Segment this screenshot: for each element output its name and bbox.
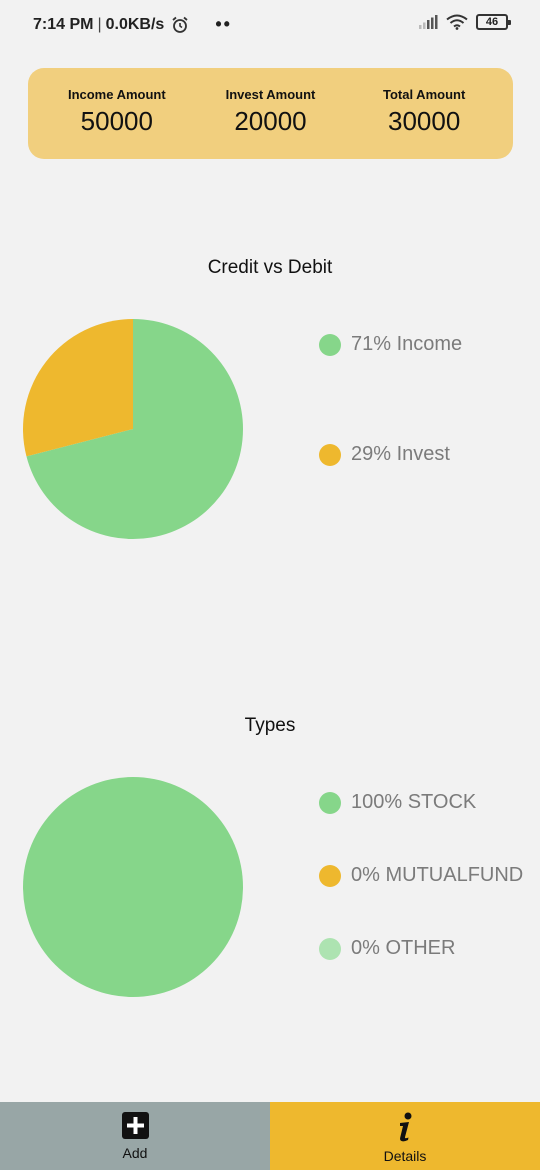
add-tab[interactable]: Add [0,1102,270,1170]
legend-mutualfund: 0% MUTUALFUND [319,864,523,887]
legend-stock: 100% STOCK [319,791,476,814]
network-speed: 0.0KB/s [105,15,165,33]
legend-invest-label: 29% Invest [351,443,450,465]
total-summary: Total Amount 30000 [349,87,499,137]
alarm-icon [172,16,188,33]
invest-label: Invest Amount [225,86,316,102]
income-summary: Income Amount 50000 [42,87,192,137]
legend-income: 71% Income [319,333,462,356]
total-label: Total Amount [382,86,466,102]
legend-invest: 29% Invest [319,443,450,466]
status-time: 7:14 PM [33,15,94,33]
info-icon [399,1112,411,1142]
invest-summary: Invest Amount 20000 [195,87,345,137]
legend-other-label: 0% OTHER [351,937,456,959]
legend-mutualfund-dot [319,864,341,887]
more-notifications-icon: •• [215,14,232,34]
add-label: Add [122,1145,148,1161]
legend-other-dot [319,937,341,960]
status-left: 7:14 PM | 0.0KB/s •• [33,14,232,35]
legend-income-label: 71% Income [351,333,463,355]
signal-icon [419,15,438,29]
battery-level: 46 [485,16,499,28]
income-label: Income Amount [67,86,166,102]
legend-stock-label: 100% STOCK [351,791,477,813]
bottom-nav: Add Details [0,1102,540,1170]
status-right: 46 [418,14,511,30]
battery-icon: 46 [476,14,511,30]
types-pie-chart [23,777,243,997]
status-bar: 7:14 PM | 0.0KB/s •• 46 [0,0,540,50]
legend-mutualfund-label: 0% MUTUALFUND [351,864,524,886]
plus-square-icon [121,1112,149,1139]
credit-debit-pie-chart [23,319,243,539]
summary-card: Income Amount 50000 Invest Amount 20000 … [28,68,513,159]
legend-other: 0% OTHER [319,937,455,960]
wifi-icon [446,14,468,30]
status-separator: | [97,15,102,33]
credit-debit-title: Credit vs Debit [207,257,333,278]
pie-slice-types-stock [23,777,243,997]
income-value: 50000 [80,105,153,136]
total-value: 30000 [387,105,461,136]
legend-stock-dot [319,791,341,814]
legend-income-dot [319,333,341,356]
types-title: Types [244,715,296,736]
invest-value: 20000 [234,105,307,136]
legend-invest-dot [319,443,341,466]
details-tab[interactable]: Details [270,1102,540,1170]
details-label: Details [383,1148,427,1164]
